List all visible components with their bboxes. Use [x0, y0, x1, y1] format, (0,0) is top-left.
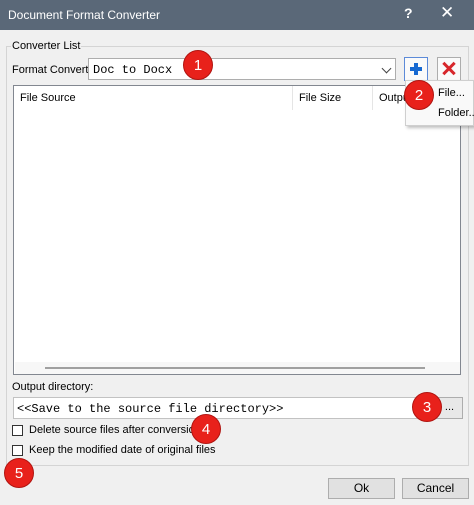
delete-source-option[interactable]: Delete source files after conversion [12, 424, 212, 438]
annotation-badge-5: 5 [4, 458, 34, 488]
annotation-badge-3: 3 [412, 392, 442, 422]
menu-item-file[interactable]: File... [438, 87, 465, 99]
converter-list-label: Converter List [11, 40, 82, 52]
help-button[interactable]: ? [404, 5, 413, 21]
remove-button[interactable] [437, 57, 461, 81]
file-list[interactable]: File Source File Size Output [13, 85, 461, 375]
annotation-badge-4: 4 [191, 414, 221, 444]
delete-source-label: Delete source files after conversion [29, 424, 201, 436]
window-title: Document Format Converter [8, 8, 161, 22]
scrollbar-thumb[interactable] [45, 367, 425, 369]
column-header-file-source[interactable]: File Source [14, 86, 293, 110]
plus-icon-stroke [414, 63, 418, 75]
keep-date-option[interactable]: Keep the modified date of original files [12, 444, 222, 458]
delete-source-checkbox[interactable] [12, 425, 23, 436]
output-directory-field[interactable]: <<Save to the source file directory>> [13, 397, 433, 419]
format-convert-value: Doc to Docx [93, 63, 173, 77]
add-button[interactable] [404, 57, 428, 81]
ok-button[interactable]: Ok [328, 478, 395, 499]
menu-item-folder[interactable]: Folder... [438, 107, 474, 119]
format-convert-select[interactable]: Doc to Docx [88, 58, 396, 80]
annotation-badge-1: 1 [183, 50, 213, 80]
output-directory-label: Output directory: [12, 381, 94, 393]
annotation-badge-2: 2 [404, 80, 434, 110]
keep-date-label: Keep the modified date of original files [29, 444, 216, 456]
cancel-button[interactable]: Cancel [402, 478, 469, 499]
title-bar: Document Format Converter ? ✕ [0, 0, 474, 30]
format-convert-label: Format Convert [12, 64, 89, 76]
horizontal-scrollbar[interactable] [15, 362, 460, 374]
keep-date-checkbox[interactable] [12, 445, 23, 456]
column-header-file-size[interactable]: File Size [293, 86, 373, 110]
close-button[interactable]: ✕ [440, 3, 454, 23]
chevron-down-icon [381, 63, 392, 74]
output-directory-value: <<Save to the source file directory>> [17, 402, 284, 416]
